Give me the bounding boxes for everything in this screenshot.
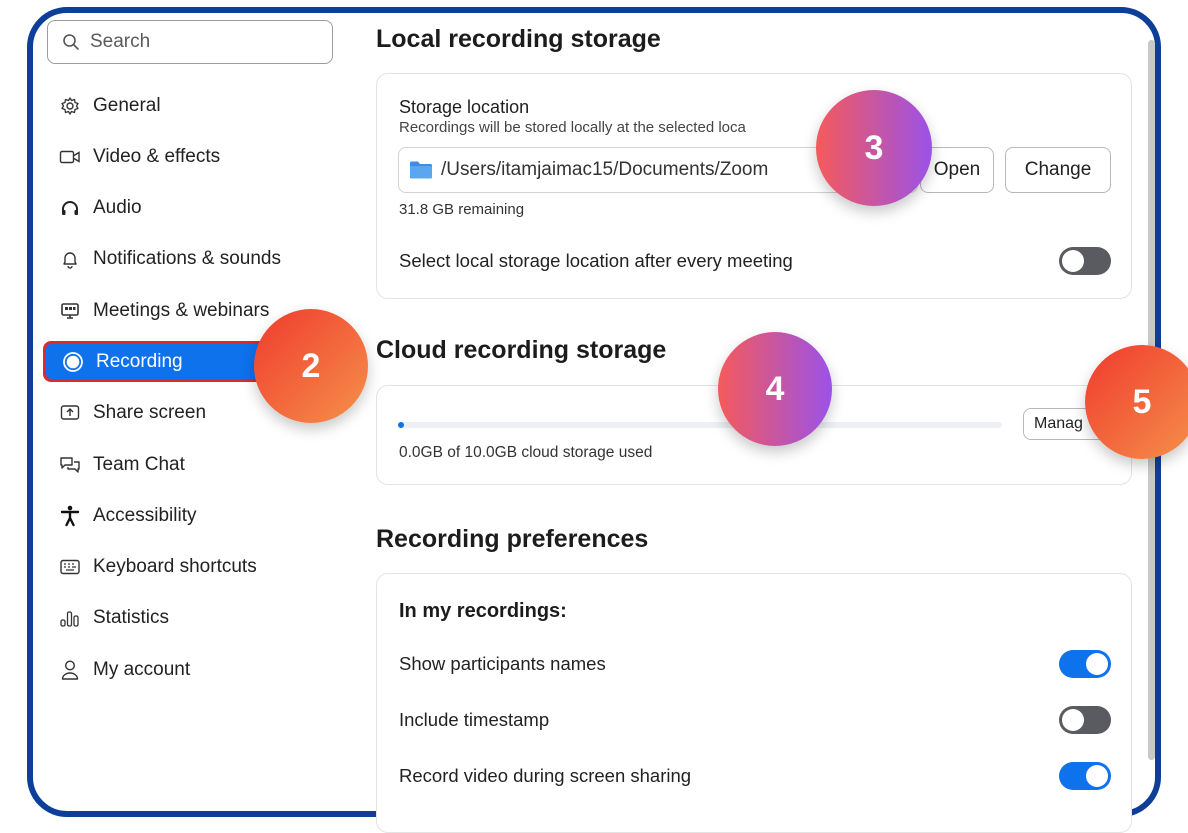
- callout-badge-4: 4: [718, 332, 832, 446]
- sidebar-item-label: Keyboard shortcuts: [93, 556, 257, 578]
- sidebar-item-accessibility[interactable]: Accessibility: [43, 495, 343, 536]
- storage-location-label: Storage location: [399, 97, 530, 117]
- headphones-icon: [59, 197, 81, 219]
- change-location-button[interactable]: Change: [1005, 147, 1111, 193]
- chat-bubbles-icon: [59, 454, 81, 476]
- pref-label-record-video-sharing: Record video during screen sharing: [399, 765, 692, 786]
- sidebar-item-recording[interactable]: Recording: [43, 341, 283, 383]
- sidebar-item-general[interactable]: General: [43, 85, 343, 126]
- bell-icon: [59, 248, 81, 270]
- sidebar-item-label: Audio: [93, 197, 142, 219]
- select-after-meeting-toggle[interactable]: [1059, 247, 1111, 275]
- cloud-storage-heading: Cloud recording storage: [376, 336, 667, 364]
- monitor-icon: [59, 300, 81, 322]
- pref-label-include-timestamp: Include timestamp: [399, 709, 550, 730]
- show-participants-names-toggle[interactable]: [1059, 650, 1111, 678]
- toggle-knob: [1062, 709, 1084, 731]
- cloud-storage-progress-fill: [398, 422, 405, 428]
- storage-remaining: 31.8 GB remaining: [399, 201, 525, 218]
- toggle-knob: [1086, 765, 1108, 787]
- search-placeholder: Search: [90, 31, 151, 52]
- sidebar-item-label: Meetings & webinars: [93, 299, 270, 321]
- sidebar-item-my-account[interactable]: My account: [43, 649, 343, 690]
- bar-chart-icon: [59, 607, 81, 629]
- sidebar-item-label: Share screen: [93, 402, 207, 424]
- storage-path-text: /Users/itamjaimac15/Documents/Zoom: [441, 159, 769, 180]
- include-timestamp-toggle[interactable]: [1059, 706, 1111, 734]
- search-icon: [63, 34, 79, 50]
- sidebar-item-label: Notifications & sounds: [93, 248, 281, 270]
- folder-icon: [410, 161, 432, 179]
- sidebar-item-notifications[interactable]: Notifications & sounds: [43, 239, 343, 280]
- accessibility-icon: [59, 505, 81, 527]
- pref-label-show-participants: Show participants names: [399, 653, 606, 674]
- sidebar-item-audio[interactable]: Audio: [43, 188, 343, 229]
- select-after-meeting-label: Select local storage location after ever…: [399, 250, 793, 271]
- search-input[interactable]: Search: [47, 20, 333, 64]
- toggle-knob: [1086, 653, 1108, 675]
- toggle-knob: [1062, 250, 1084, 272]
- sidebar-item-statistics[interactable]: Statistics: [43, 598, 343, 639]
- in-my-recordings-subtitle: In my recordings:: [399, 600, 567, 622]
- callout-badge-3: 3: [816, 90, 932, 206]
- callout-badge-5: 5: [1085, 345, 1188, 459]
- sidebar-item-label: Accessibility: [93, 504, 197, 526]
- sidebar-item-team-chat[interactable]: Team Chat: [43, 444, 343, 485]
- cloud-storage-progress-bar: [398, 422, 1002, 428]
- record-video-during-sharing-toggle[interactable]: [1059, 762, 1111, 790]
- local-storage-heading: Local recording storage: [376, 25, 661, 53]
- storage-location-description: Recordings will be stored locally at the…: [399, 119, 746, 136]
- sidebar-item-label: General: [93, 94, 161, 116]
- cloud-storage-usage: 0.0GB of 10.0GB cloud storage used: [399, 444, 653, 461]
- sidebar-item-label: Recording: [96, 350, 183, 372]
- keyboard-icon: [59, 556, 81, 578]
- sidebar-item-video-effects[interactable]: Video & effects: [43, 136, 343, 177]
- share-screen-icon: [59, 402, 81, 424]
- record-icon: [62, 351, 84, 373]
- video-camera-icon: [59, 146, 81, 168]
- sidebar-item-label: Video & effects: [93, 145, 221, 167]
- recording-preferences-heading: Recording preferences: [376, 525, 649, 553]
- sidebar-item-keyboard-shortcuts[interactable]: Keyboard shortcuts: [43, 547, 343, 588]
- callout-badge-2: 2: [254, 309, 368, 423]
- sidebar-item-label: My account: [93, 658, 191, 680]
- sidebar-item-label: Team Chat: [93, 453, 185, 475]
- user-icon: [59, 659, 81, 681]
- gear-icon: [59, 95, 81, 117]
- sidebar-item-label: Statistics: [93, 607, 170, 629]
